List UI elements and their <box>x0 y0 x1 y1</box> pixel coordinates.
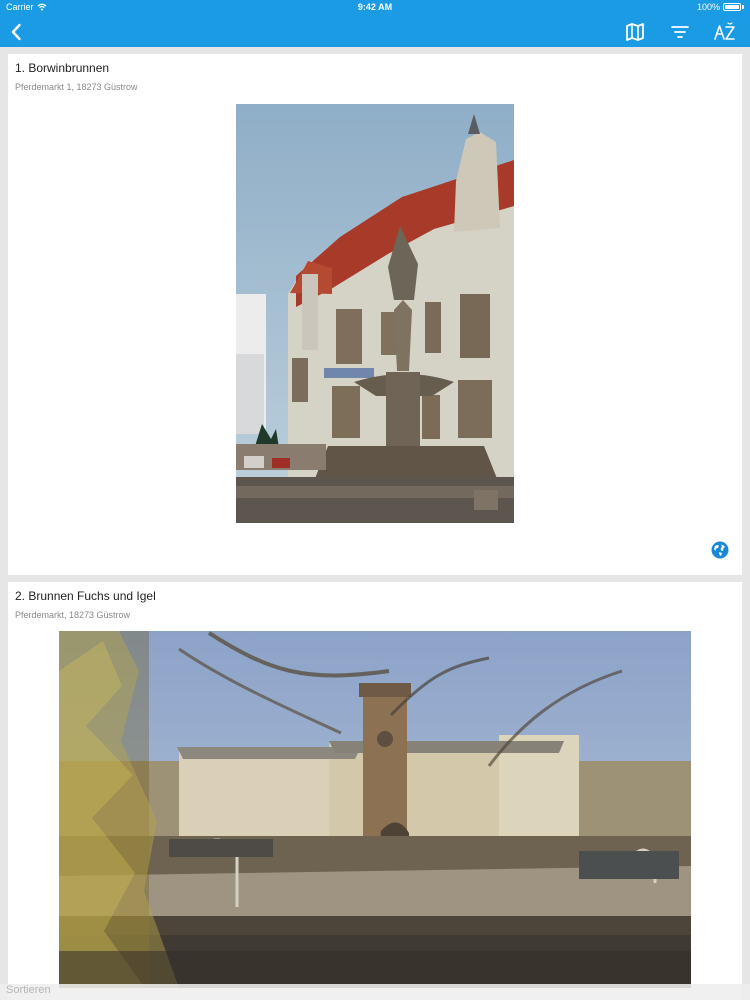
top-bar: Carrier 9:42 AM 100% <box>0 0 750 47</box>
list-item[interactable]: 2. Brunnen Fuchs und Igel Pferdemarkt, 1… <box>8 582 742 1000</box>
website-link-button[interactable] <box>711 541 729 559</box>
map-button[interactable] <box>623 20 647 44</box>
status-time: 9:42 AM <box>357 2 393 12</box>
filter-button[interactable] <box>668 20 692 44</box>
chevron-left-icon <box>11 23 21 41</box>
map-icon <box>626 23 644 41</box>
battery-indicator: 100% <box>697 2 744 12</box>
sort-button[interactable]: Sortieren <box>6 984 51 996</box>
globe-icon <box>711 541 729 559</box>
navigation-bar <box>0 16 750 47</box>
fuchs-und-igel-image <box>59 631 691 988</box>
battery-percentage: 100% <box>696 2 720 12</box>
sort-az-button[interactable] <box>711 20 737 44</box>
alphabetical-sort-icon <box>714 22 735 40</box>
item-title: 1. Borwinbrunnen <box>15 61 110 75</box>
status-bar: Carrier 9:42 AM 100% <box>0 0 750 16</box>
item-address: Pferdemarkt, 18273 Güstrow <box>15 610 131 620</box>
sort-toolbar: Sortieren <box>0 984 750 1000</box>
filter-icon <box>671 26 689 38</box>
borwinbrunnen-image <box>236 104 514 523</box>
back-button[interactable] <box>6 20 26 44</box>
item-address: Pferdemarkt 1, 18273 Güstrow <box>15 82 138 92</box>
item-title: 2. Brunnen Fuchs und Igel <box>15 589 156 603</box>
list-item[interactable]: 1. Borwinbrunnen Pferdemarkt 1, 18273 Gü… <box>8 54 742 575</box>
battery-icon <box>723 3 741 11</box>
fountain-photo <box>59 631 691 988</box>
battery-tip <box>742 5 744 9</box>
fountain-photo <box>236 104 514 523</box>
